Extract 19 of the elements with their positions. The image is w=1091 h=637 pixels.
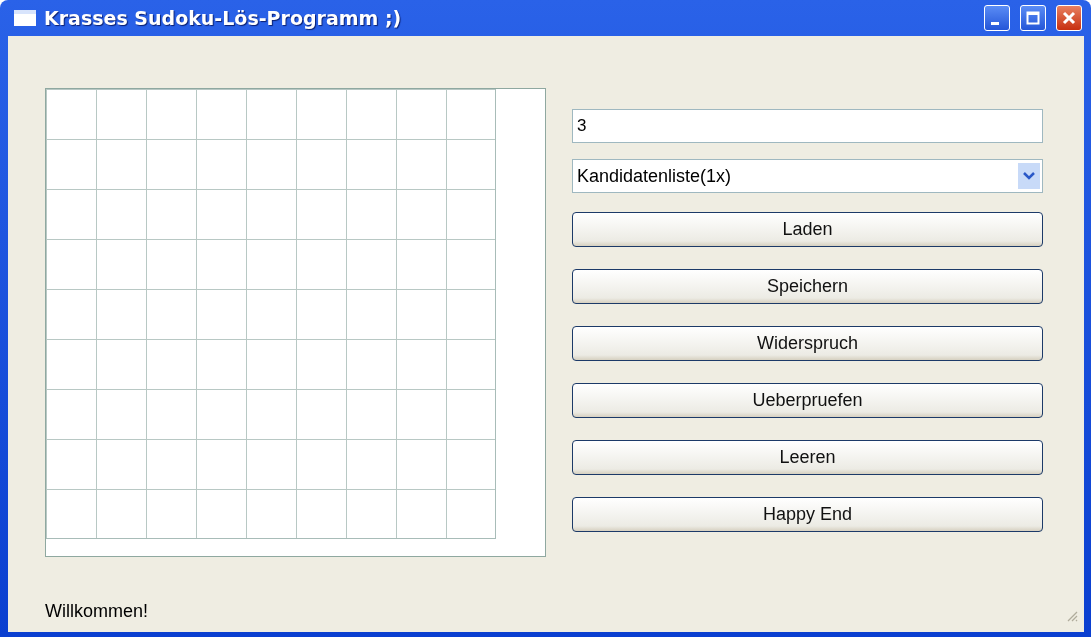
action-button[interactable]: Speichern (572, 269, 1043, 304)
chevron-down-icon[interactable] (1018, 163, 1040, 189)
action-button[interactable]: Widerspruch (572, 326, 1043, 361)
maximize-icon (1026, 11, 1040, 25)
action-button[interactable]: Ueberpruefen (572, 383, 1043, 418)
action-button[interactable]: Leeren (572, 440, 1043, 475)
resize-grip-icon[interactable] (1066, 610, 1078, 622)
number-field[interactable]: 3 (572, 109, 1043, 143)
minimize-icon (991, 21, 999, 25)
maximize-button[interactable] (1020, 5, 1046, 31)
action-button[interactable]: Laden (572, 212, 1043, 247)
action-button[interactable]: Happy End (572, 497, 1043, 532)
mode-dropdown[interactable]: Kandidatenliste(1x) (572, 159, 1043, 193)
close-icon (1062, 11, 1076, 25)
minimize-button[interactable] (984, 5, 1010, 31)
window-title: Krasses Sudoku-Lös-Programm ;) (44, 7, 403, 29)
close-button[interactable] (1056, 5, 1082, 31)
window-icon (14, 10, 36, 26)
status-text: Willkommen! (45, 601, 148, 622)
